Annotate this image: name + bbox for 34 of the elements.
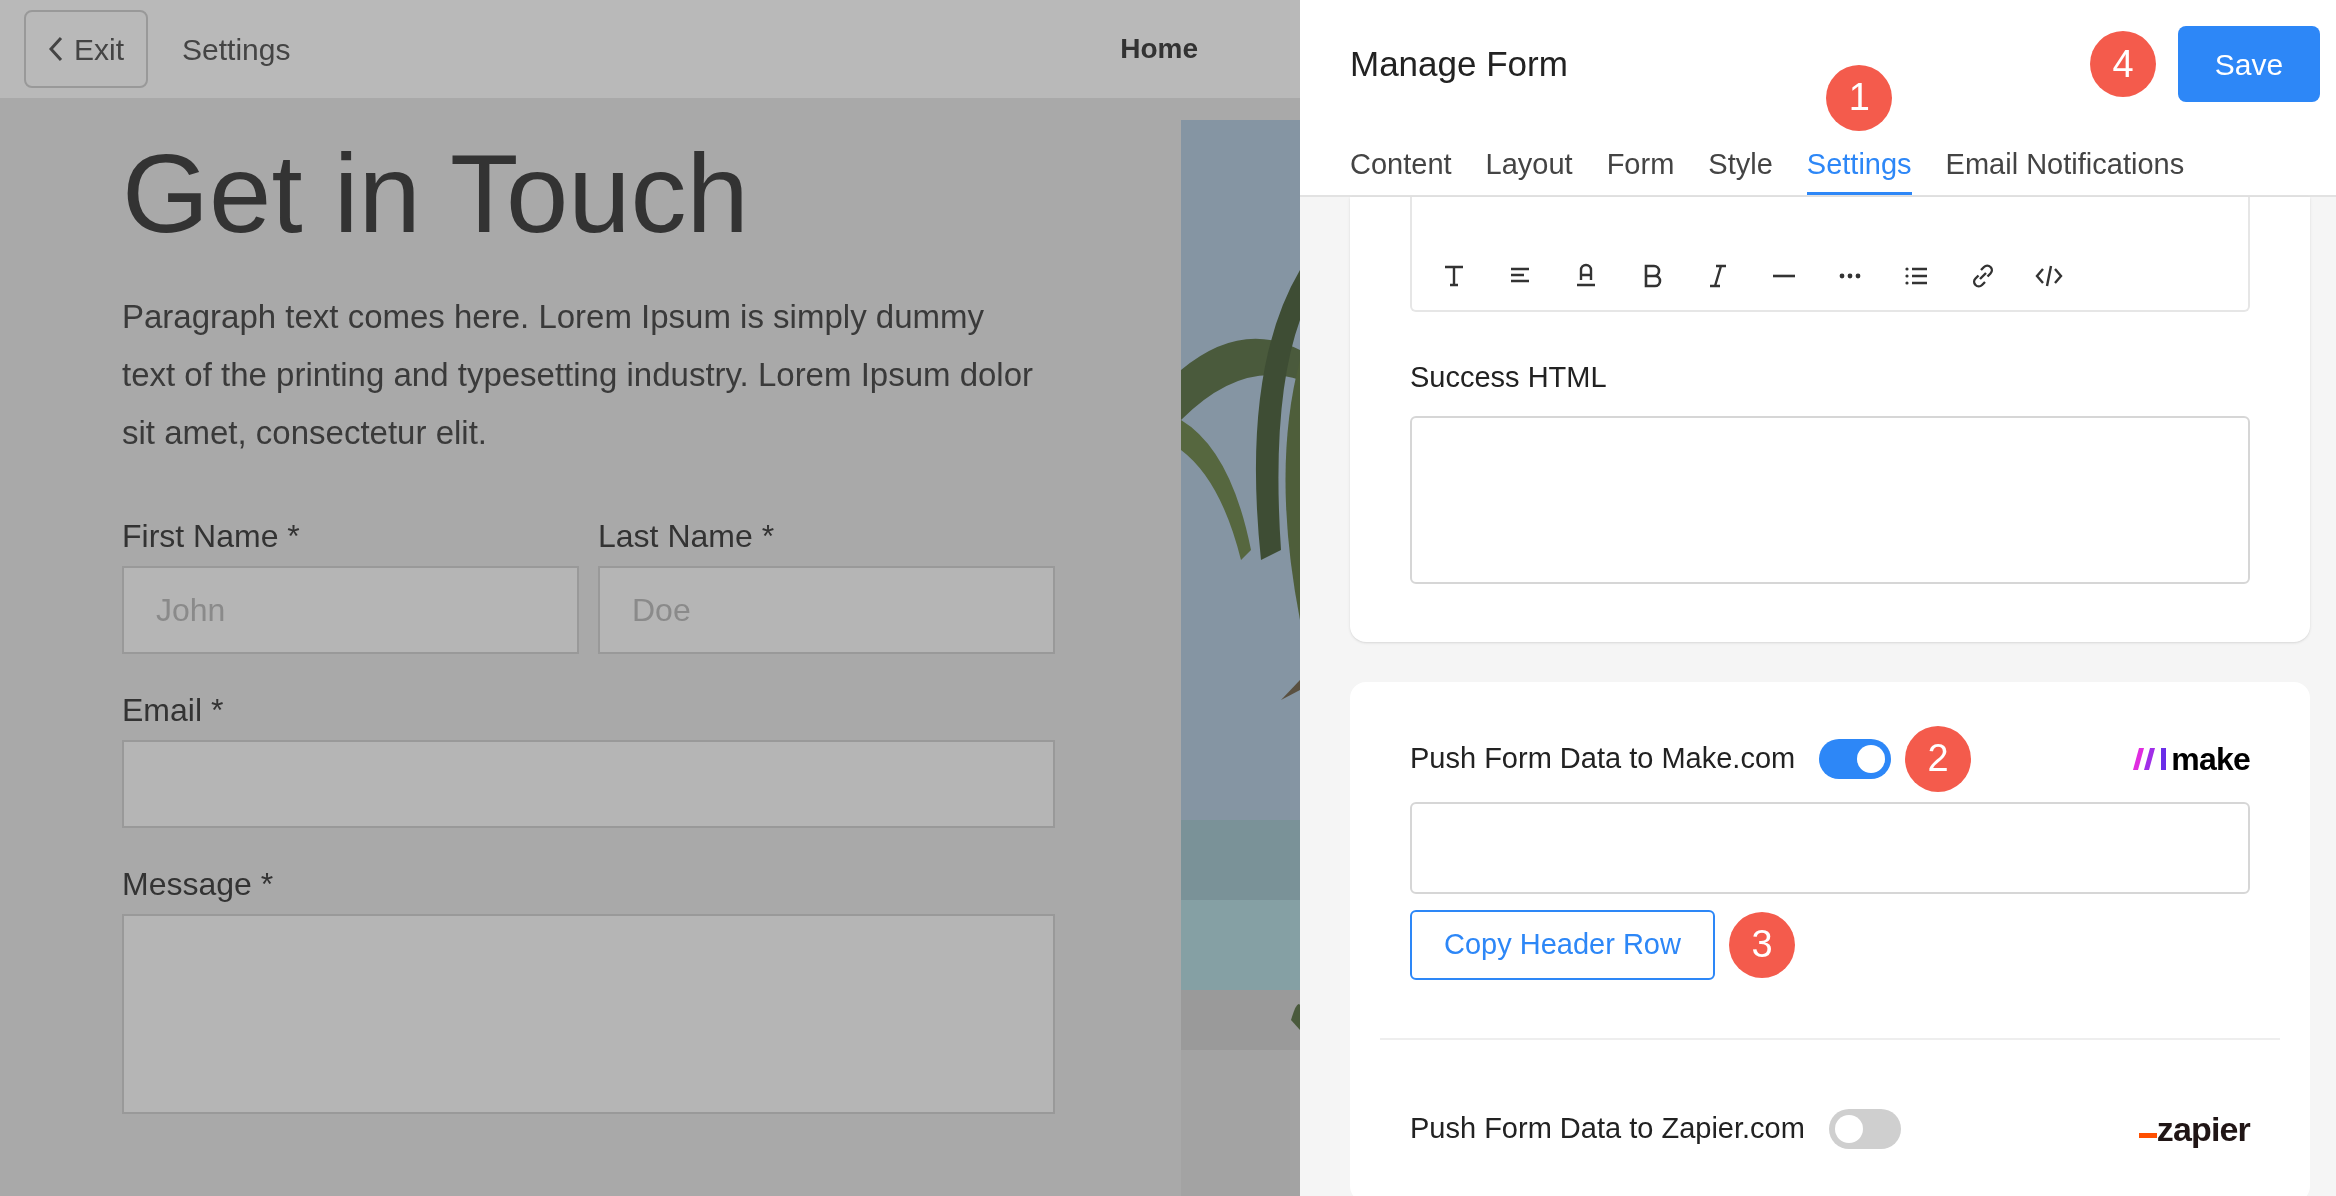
message-field[interactable] <box>122 914 1055 1114</box>
field-label: Success HTML <box>1410 360 1608 395</box>
page-title: Settings <box>182 31 291 68</box>
copy-header-row-button[interactable]: Copy Header Row <box>1410 909 1715 980</box>
callout-badge: 2 <box>1905 725 1972 792</box>
paragraph: Paragraph text comes here. Lorem Ipsum is simply dummy text of the printing and typesetting industry. Lorem Ipsum dolor sit amet, consectetur elit. <box>122 297 1035 453</box>
tab[interactable]: Style <box>1708 142 1773 195</box>
exit-button[interactable]: Exit <box>24 10 148 88</box>
callout-badge: 4 <box>2090 31 2156 97</box>
success-html-field[interactable] <box>1410 415 2250 584</box>
url-field[interactable] <box>1410 801 2250 894</box>
tab[interactable]: Email Notifications <box>1945 142 2185 195</box>
callout-badge: 3 <box>1728 911 1795 978</box>
toggle-switch[interactable] <box>1819 738 1892 779</box>
logo: zapier <box>2138 1111 2250 1146</box>
toggle-label: Push Form Data to Zapier.com <box>1410 1110 1805 1146</box>
tab[interactable]: Layout <box>1485 142 1573 195</box>
chevron-left-icon <box>48 36 64 62</box>
field-label: Email * <box>122 691 225 730</box>
panel-title: Manage Form <box>1350 42 1568 85</box>
logo: make <box>2133 742 2250 775</box>
callout-badge: 1 <box>1826 64 1893 131</box>
input-field[interactable] <box>122 740 1055 828</box>
save-button[interactable]: Save <box>2178 26 2320 102</box>
nav-link[interactable]: Home <box>1120 28 1198 70</box>
field-label: First Name * <box>122 517 301 556</box>
toggle-label: Push Form Data to Make.com <box>1410 740 1796 776</box>
tab[interactable]: Content <box>1350 142 1452 195</box>
field-label: Last Name * <box>598 517 776 556</box>
slanted-bars-icon <box>2133 747 2168 770</box>
tab[interactable]: Form <box>1606 142 1675 195</box>
toggle-switch[interactable] <box>1828 1108 1901 1149</box>
field-label: Message * <box>122 865 275 904</box>
page-heading: Get in Touch <box>122 138 750 250</box>
